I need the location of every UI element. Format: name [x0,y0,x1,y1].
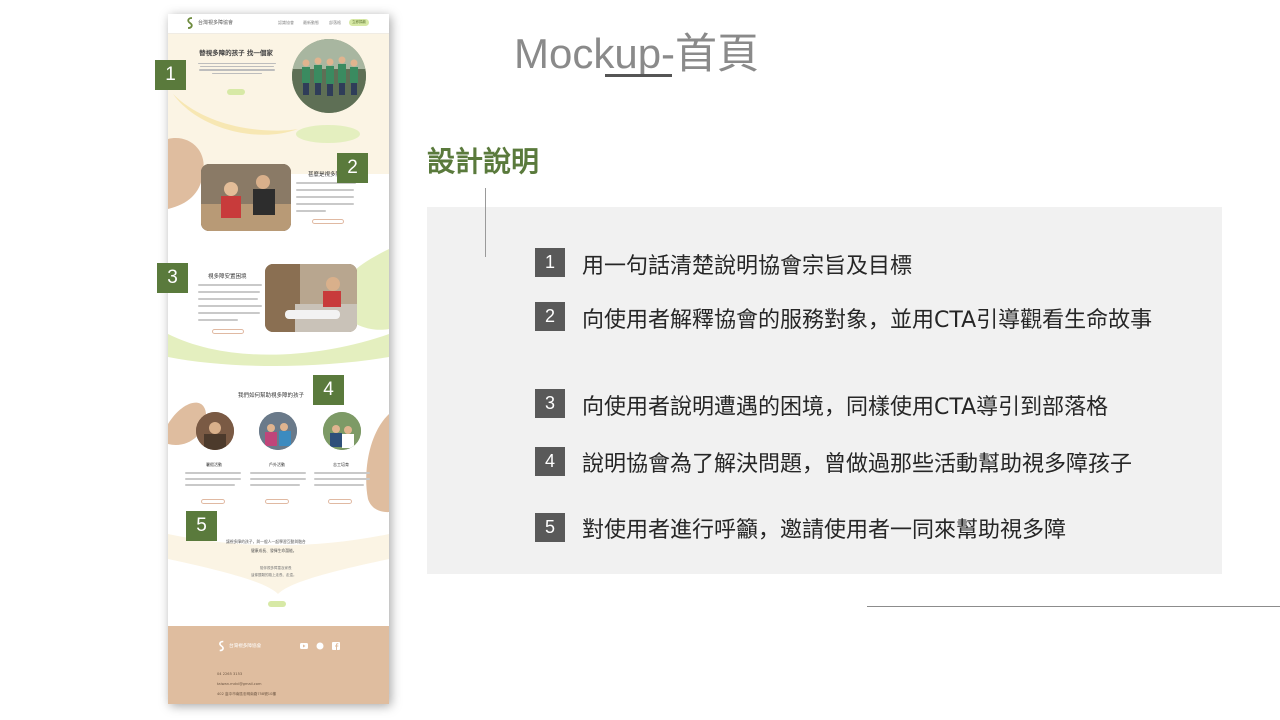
mockup-activity-line [250,472,306,474]
annotation-badge-2: 2 [337,153,368,183]
note-text-2: 向使用者解釋協會的服務對象，並用CTA引導觀看生命故事 [582,308,1153,333]
heading-connector-line [485,188,486,257]
mockup-section3-line [198,284,262,286]
facebook-icon[interactable] [332,642,340,650]
mockup-activity-line [185,472,241,474]
mockup-hero-photo [292,39,366,113]
mockup-section3-line [198,319,238,321]
mockup-cta-text-4: 這條艱難的路上走長、走遠。 [251,573,297,577]
design-notes-heading: 設計說明 [427,145,540,178]
title-underline [605,74,672,77]
note-number-1: 1 [535,248,565,277]
mockup-section3-line [198,305,262,307]
mockup-activity-photo-2 [259,412,297,450]
mockup-section2-line [296,189,354,191]
youtube-icon[interactable] [300,643,308,649]
mockup-activity-title-1: 暑假活動 [206,462,222,467]
mockup-activity-line [250,484,300,486]
mockup-nav-news[interactable]: 最新動態 [303,20,319,26]
line-icon[interactable] [316,642,324,650]
mockup-cta-text-1: 讓視多障的孩子，與一般人一起學習互動與融合 [226,539,306,544]
mockup-activity-line [185,484,235,486]
mockup-hero-cta[interactable] [227,89,245,95]
mockup-activity-title-3: 志工培育 [333,462,349,467]
footer-phone: 04 2265 3153 [217,672,243,676]
note-text-3: 向使用者說明遭遇的困境，同樣使用CTA導引到部落格 [582,395,1109,420]
mockup-section2-line [296,203,354,205]
mockup-brand-name: 台灣視多障協會 [198,20,234,26]
mockup-life-story-cta[interactable] [312,219,344,224]
note-text-4: 說明協會為了解決問題，曾做過那些活動幫助視多障孩子 [582,452,1133,477]
mockup-cta-text-2: 健康成長、發揮生命潛能。 [251,548,297,553]
mockup-blog-cta[interactable] [212,329,244,334]
decorative-bottom-line [867,606,1280,607]
note-number-5: 5 [535,513,565,542]
mockup-activity-cta-1[interactable] [201,499,225,504]
mockup-activity-line [314,478,370,480]
mockup-section3-title: 視多障安置困境 [208,274,247,280]
footer-logo-icon [219,640,224,652]
footer-address: 402 臺中市南區忠明南路758號10樓 [217,692,276,696]
mockup-section4-title: 我們如何幫助視多障的孩子 [238,393,305,399]
annotation-badge-5: 5 [186,511,217,541]
mockup-section3-line [198,298,258,300]
mockup-nav-about[interactable]: 認識協會 [278,20,294,26]
footer-email: taiwan.mdvi@gmail.com [217,682,262,686]
mockup-section2-line [296,196,354,198]
mockup-hero-text [198,61,278,76]
mockup-activity-line [314,472,370,474]
mockup-section3-line [198,312,260,314]
note-text-1: 用一句話清楚說明協會宗旨及目標 [582,254,913,279]
mockup-section2-line [296,210,326,212]
mockup-activity-title-2: 戶外活動 [269,462,285,467]
footer-brand: 台灣視多障協會 [229,644,262,649]
annotation-badge-4: 4 [313,375,344,405]
slide-title: Mockup-首頁 [514,30,760,77]
mockup-activity-line [185,478,241,480]
mockup-activity-photo-3 [323,412,361,450]
mockup-activity-photo-1 [196,412,234,450]
mockup-navbar: 台灣視多障協會 認識協會 最新動態 部落格 立即捐款 [168,14,389,34]
annotation-badge-1: 1 [155,60,186,90]
brand-logo-icon [187,17,193,29]
mockup-nav-blog[interactable]: 部落格 [329,20,341,26]
mockup-section2-photo [201,164,291,231]
mockup-activity-line [250,478,306,480]
mockup-activity-cta-2[interactable] [265,499,289,504]
note-number-2: 2 [535,302,565,331]
mockup-cta-text-3: 陪伴視多障童及家長 [260,566,292,570]
mockup-hero-title: 替視多障的孩子 找一個家 [199,49,273,57]
mockup-footer: 台灣視多障協會 04 2265 3153 taiwan.mdvi@gmail.c… [168,626,389,704]
mockup-donate-button[interactable]: 立即捐款 [349,19,369,26]
note-text-5: 對使用者進行呼籲，邀請使用者一同來幫助視多障 [582,518,1067,543]
mockup-section3-line [198,291,260,293]
homepage-mockup: 台灣視多障協會 認識協會 最新動態 部落格 立即捐款 替視多障的孩子 找一個家 [168,14,389,704]
mockup-activity-line [314,484,364,486]
mockup-join-cta[interactable] [268,601,286,607]
note-number-4: 4 [535,447,565,476]
note-number-3: 3 [535,389,565,418]
mockup-activity-cta-3[interactable] [328,499,352,504]
mockup-section3-photo [265,264,357,332]
annotation-badge-3: 3 [157,263,188,293]
